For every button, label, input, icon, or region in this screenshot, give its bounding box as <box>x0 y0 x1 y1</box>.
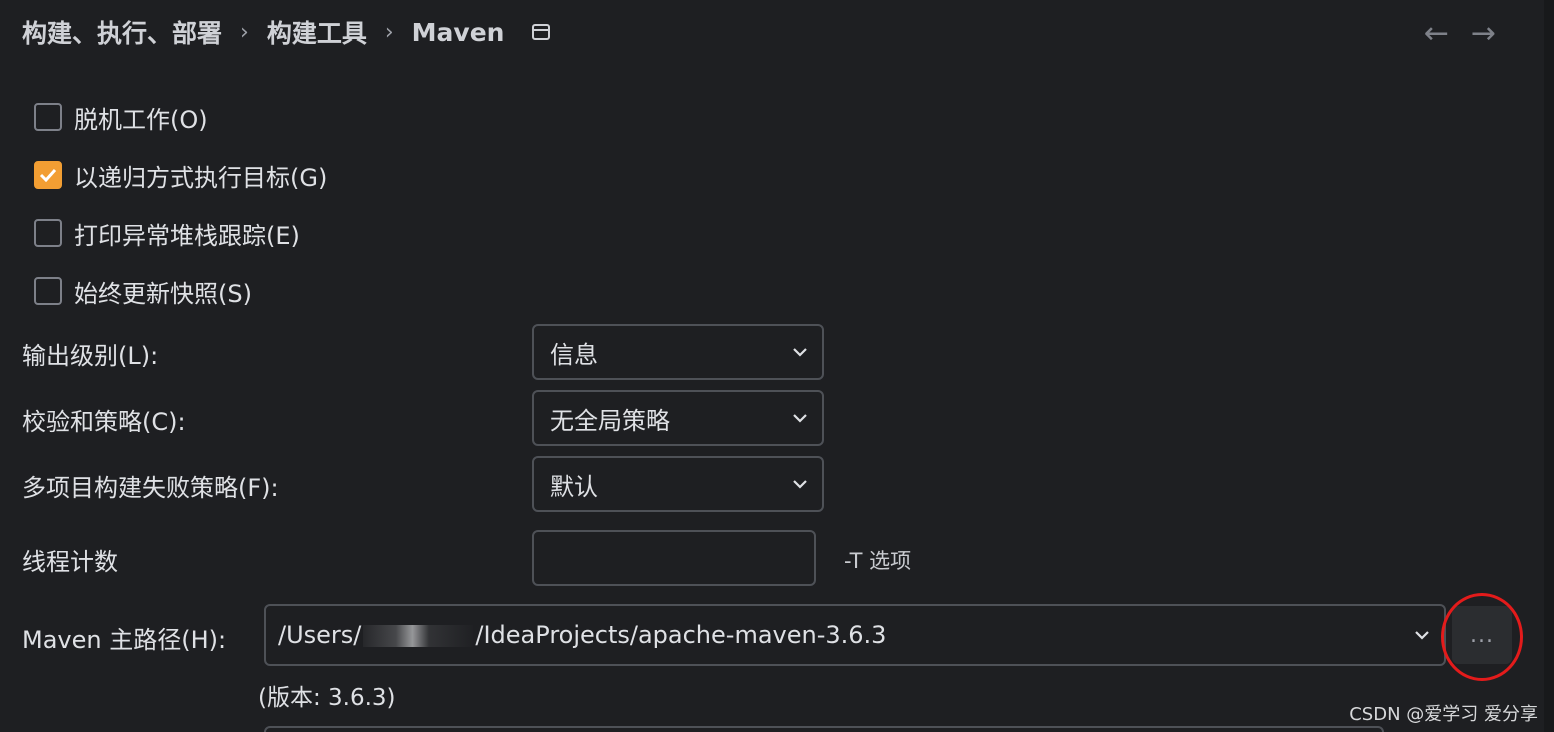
checkbox-label: 打印异常堆栈跟踪(E) <box>74 221 300 250</box>
output-level-select[interactable]: 信息 <box>532 324 824 380</box>
checkbox-label: 脱机工作(O) <box>74 105 208 134</box>
checkbox-box[interactable] <box>34 219 62 247</box>
navigation-arrows: ← → <box>1424 18 1496 50</box>
chevron-down-icon[interactable] <box>1414 630 1430 640</box>
scrollbar-track[interactable] <box>1544 0 1554 732</box>
checkbox-label: 始终更新快照(S) <box>74 279 252 308</box>
checkbox-box[interactable] <box>34 103 62 131</box>
maven-home-combobox[interactable]: /Users//IdeaProjects/apache-maven-3.6.3 <box>264 604 1446 666</box>
breadcrumb: 构建、执行、部署 › 构建工具 › Maven <box>22 14 551 50</box>
checkbox-label: 以递归方式执行目标(G) <box>74 163 328 192</box>
select-value: 默认 <box>550 472 598 501</box>
failure-policy-select[interactable]: 默认 <box>532 456 824 512</box>
checkbox-box[interactable] <box>34 277 62 305</box>
redacted-username <box>363 625 474 647</box>
chevron-down-icon <box>793 480 807 489</box>
thread-count-hint: -T 选项 <box>844 549 912 573</box>
back-arrow-icon[interactable]: ← <box>1424 18 1449 50</box>
checkbox-always-update-snapshots[interactable]: 始终更新快照(S) <box>34 273 252 309</box>
failure-policy-label: 多项目构建失败策略(F): <box>22 474 279 502</box>
breadcrumb-separator: › <box>240 19 249 45</box>
breadcrumb-item-maven: Maven <box>411 17 505 47</box>
forward-arrow-icon[interactable]: → <box>1471 18 1496 50</box>
chevron-down-icon <box>793 414 807 423</box>
breadcrumb-item-build[interactable]: 构建、执行、部署 <box>22 14 222 50</box>
highlight-circle <box>1441 593 1523 681</box>
thread-count-input[interactable] <box>532 530 816 586</box>
maven-version-text: (版本: 3.6.3) <box>258 685 396 711</box>
select-value: 无全局策略 <box>550 406 670 435</box>
checkbox-box-checked[interactable] <box>34 161 62 189</box>
maven-home-label: Maven 主路径(H): <box>22 626 227 654</box>
checksum-policy-label: 校验和策略(C): <box>22 408 186 436</box>
checksum-policy-select[interactable]: 无全局策略 <box>532 390 824 446</box>
output-level-label: 输出级别(L): <box>22 342 159 370</box>
checkbox-work-offline[interactable]: 脱机工作(O) <box>34 99 208 135</box>
maven-home-value: /Users//IdeaProjects/apache-maven-3.6.3 <box>278 621 887 649</box>
next-field-partial[interactable] <box>264 726 1384 732</box>
checkbox-print-stack-trace[interactable]: 打印异常堆栈跟踪(E) <box>34 215 300 251</box>
chevron-down-icon <box>793 348 807 357</box>
breadcrumb-item-build-tools[interactable]: 构建工具 <box>267 14 367 50</box>
watermark: CSDN @爱学习 爱分享 <box>1349 704 1538 725</box>
checkbox-recursive-goals[interactable]: 以递归方式执行目标(G) <box>34 157 327 193</box>
select-value: 信息 <box>550 340 598 369</box>
window-icon[interactable] <box>532 24 551 40</box>
breadcrumb-separator: › <box>384 19 394 45</box>
maven-settings-page: 构建、执行、部署 › 构建工具 › Maven ← → 脱机工作(O) 以递归方… <box>0 0 1554 732</box>
thread-count-label: 线程计数 <box>22 548 118 576</box>
